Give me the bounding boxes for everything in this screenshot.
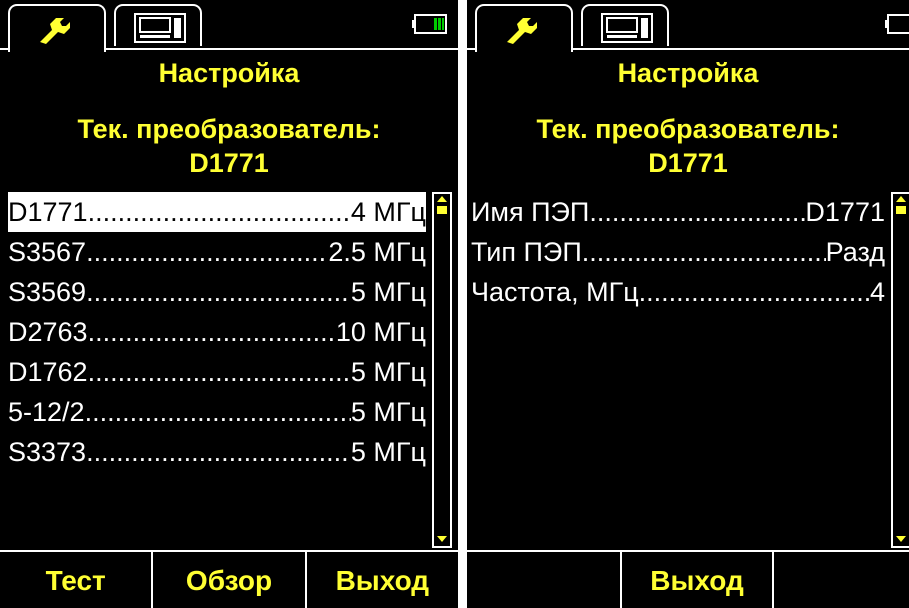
scrollbar[interactable] <box>432 192 452 548</box>
tab-bar <box>0 0 458 52</box>
meter-icon <box>601 13 653 43</box>
tab-measure[interactable] <box>581 4 669 46</box>
softkey-3[interactable] <box>774 552 909 608</box>
list-item[interactable]: 5-12/25 МГц <box>8 392 426 432</box>
current-transducer-label: Тек. преобразователь: <box>536 114 840 144</box>
list-item[interactable]: D276310 МГц <box>8 312 426 352</box>
battery-icon <box>412 14 447 34</box>
softkey-bar: Выход <box>467 550 909 608</box>
scrollbar[interactable] <box>891 192 909 548</box>
tab-settings[interactable] <box>475 4 573 52</box>
current-transducer-label: Тек. преобразователь: <box>77 114 381 144</box>
list-item[interactable]: Частота, МГц4 <box>471 272 885 312</box>
current-transducer: Тек. преобразователь: D1771 <box>0 112 458 180</box>
test-button[interactable]: Тест <box>0 552 154 608</box>
list-item[interactable]: Имя ПЭПD1771 <box>471 192 885 232</box>
tab-settings[interactable] <box>8 4 106 52</box>
current-transducer-value: D1771 <box>648 148 728 178</box>
page-title: Настройка <box>158 58 300 88</box>
parameter-list: Имя ПЭПD1771 Тип ПЭПРазд Частота, МГц4 <box>471 192 885 312</box>
list-item[interactable]: Тип ПЭПРазд <box>471 232 885 272</box>
list-item[interactable]: S35695 МГц <box>8 272 426 312</box>
wrench-icon <box>40 18 70 44</box>
screen-transducer-list: Настройка Тек. преобразователь: D1771 D1… <box>0 0 458 608</box>
scroll-thumb[interactable] <box>896 206 906 214</box>
scroll-up-icon <box>896 196 906 202</box>
current-transducer-value: D1771 <box>189 148 269 178</box>
list-item[interactable]: D17714 МГц <box>8 192 426 232</box>
page-title: Настройка <box>617 58 759 88</box>
tab-measure[interactable] <box>114 4 202 46</box>
list-item[interactable]: D17625 МГц <box>8 352 426 392</box>
exit-button[interactable]: Выход <box>307 552 458 608</box>
list-item[interactable]: S33735 МГц <box>8 432 426 472</box>
softkey-bar: Тест Обзор Выход <box>0 550 458 608</box>
scroll-thumb[interactable] <box>437 206 447 214</box>
scroll-up-icon <box>437 196 447 202</box>
browse-button[interactable]: Обзор <box>153 552 307 608</box>
scroll-down-icon <box>437 536 447 542</box>
transducer-list: D17714 МГц S35672.5 МГц S35695 МГц D2763… <box>8 192 426 472</box>
meter-icon <box>134 13 186 43</box>
screen-transducer-details: Настройка Тек. преобразователь: D1771 Им… <box>467 0 909 608</box>
softkey-1[interactable] <box>467 552 622 608</box>
scroll-down-icon <box>896 536 906 542</box>
battery-icon <box>885 14 909 34</box>
current-transducer: Тек. преобразователь: D1771 <box>467 112 909 180</box>
exit-button[interactable]: Выход <box>622 552 774 608</box>
list-item[interactable]: S35672.5 МГц <box>8 232 426 272</box>
tab-bar <box>467 0 909 52</box>
wrench-icon <box>507 18 537 44</box>
